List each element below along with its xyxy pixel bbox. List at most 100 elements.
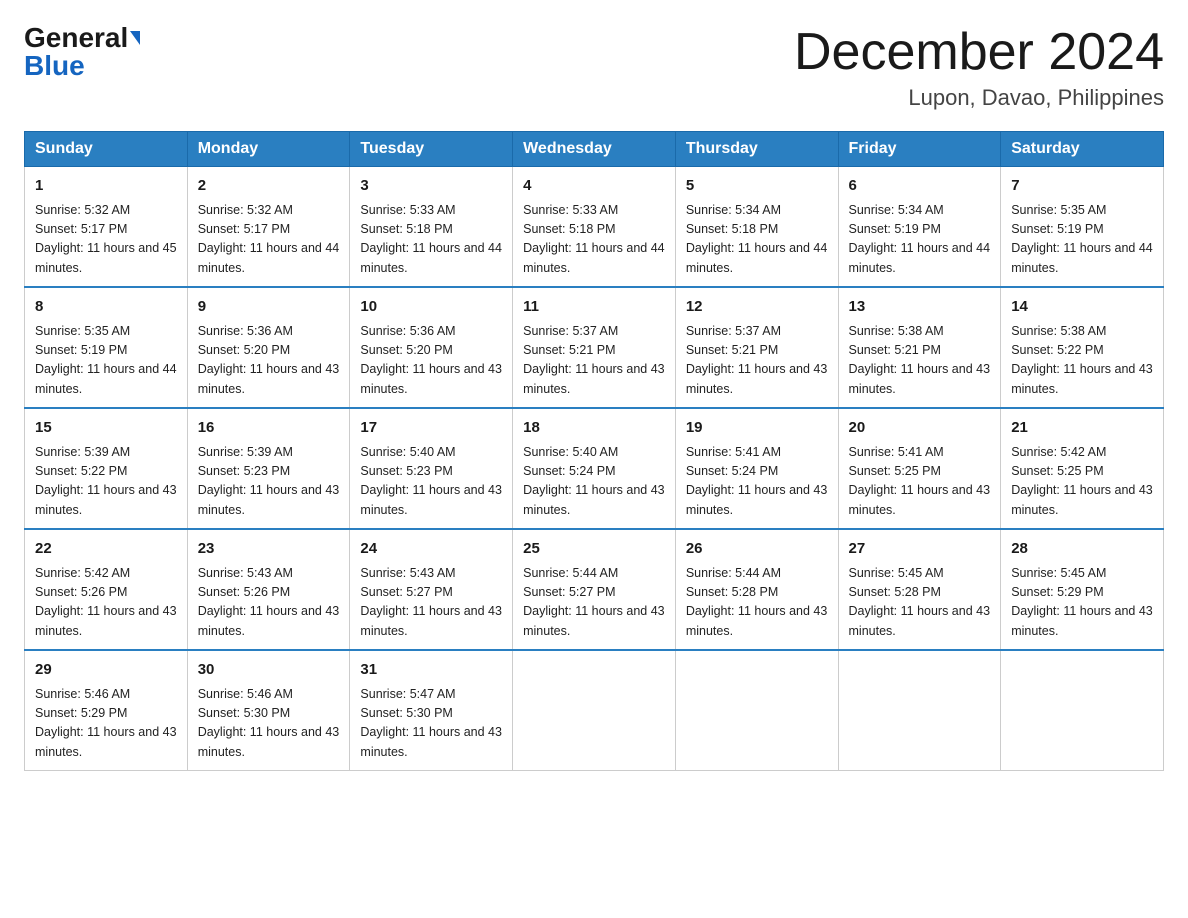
day-info: Sunrise: 5:42 AMSunset: 5:25 PMDaylight:… — [1011, 443, 1153, 521]
day-number: 30 — [198, 659, 340, 682]
calendar-table: SundayMondayTuesdayWednesdayThursdayFrid… — [24, 131, 1164, 771]
calendar-cell: 21 Sunrise: 5:42 AMSunset: 5:25 PMDayligh… — [1001, 408, 1164, 529]
calendar-cell: 20Sunrise: 5:41 AMSunset: 5:25 PMDayligh… — [838, 408, 1001, 529]
calendar-cell: 31 Sunrise: 5:47 AMSunset: 5:30 PMDayligh… — [350, 650, 513, 771]
calendar-cell: 22 Sunrise: 5:42 AMSunset: 5:26 PMDayligh… — [25, 529, 188, 650]
day-number: 23 — [198, 538, 340, 561]
day-info: Sunrise: 5:36 AMSunset: 5:20 PMDaylight:… — [360, 322, 502, 400]
day-info: Sunrise: 5:35 AMSunset: 5:19 PMDaylight:… — [1011, 201, 1153, 279]
calendar-week-row: 8 Sunrise: 5:35 AMSunset: 5:19 PMDaylight… — [25, 287, 1164, 408]
day-number: 24 — [360, 538, 502, 561]
day-number: 16 — [198, 417, 340, 440]
day-info: Sunrise: 5:35 AMSunset: 5:19 PMDaylight:… — [35, 322, 177, 400]
day-number: 10 — [360, 296, 502, 319]
calendar-cell: 14Sunrise: 5:38 AMSunset: 5:22 PMDayligh… — [1001, 287, 1164, 408]
day-of-week-header: Sunday — [25, 132, 188, 167]
day-info: Sunrise: 5:40 AMSunset: 5:24 PMDaylight:… — [523, 443, 665, 521]
day-info: Sunrise: 5:45 AMSunset: 5:29 PMDaylight:… — [1011, 564, 1153, 642]
calendar-cell — [675, 650, 838, 771]
day-info: Sunrise: 5:33 AMSunset: 5:18 PMDaylight:… — [523, 201, 665, 279]
day-of-week-header: Thursday — [675, 132, 838, 167]
day-info: Sunrise: 5:44 AMSunset: 5:28 PMDaylight:… — [686, 564, 828, 642]
day-of-week-header: Tuesday — [350, 132, 513, 167]
day-number: 15 — [35, 417, 177, 440]
day-number: 5 — [686, 175, 828, 198]
day-info: Sunrise: 5:41 AMSunset: 5:24 PMDaylight:… — [686, 443, 828, 521]
day-number: 4 — [523, 175, 665, 198]
logo-general-text: General — [24, 24, 128, 52]
day-of-week-header: Saturday — [1001, 132, 1164, 167]
day-info: Sunrise: 5:37 AMSunset: 5:21 PMDaylight:… — [523, 322, 665, 400]
day-number: 22 — [35, 538, 177, 561]
logo: General Blue — [24, 24, 140, 80]
day-number: 29 — [35, 659, 177, 682]
day-number: 8 — [35, 296, 177, 319]
calendar-cell: 11 Sunrise: 5:37 AMSunset: 5:21 PMDayligh… — [513, 287, 676, 408]
calendar-cell: 3 Sunrise: 5:33 AMSunset: 5:18 PMDaylight… — [350, 167, 513, 288]
day-number: 11 — [523, 296, 665, 319]
calendar-cell: 17 Sunrise: 5:40 AMSunset: 5:23 PMDayligh… — [350, 408, 513, 529]
day-number: 6 — [849, 175, 991, 198]
day-info: Sunrise: 5:42 AMSunset: 5:26 PMDaylight:… — [35, 564, 177, 642]
page-header: General Blue December 2024 Lupon, Davao,… — [24, 24, 1164, 111]
day-number: 2 — [198, 175, 340, 198]
day-info: Sunrise: 5:32 AMSunset: 5:17 PMDaylight:… — [198, 201, 340, 279]
calendar-week-row: 15 Sunrise: 5:39 AMSunset: 5:22 PMDayligh… — [25, 408, 1164, 529]
day-of-week-header: Wednesday — [513, 132, 676, 167]
calendar-cell: 12Sunrise: 5:37 AMSunset: 5:21 PMDayligh… — [675, 287, 838, 408]
calendar-cell: 15 Sunrise: 5:39 AMSunset: 5:22 PMDayligh… — [25, 408, 188, 529]
calendar-cell: 9 Sunrise: 5:36 AMSunset: 5:20 PMDaylight… — [187, 287, 350, 408]
day-info: Sunrise: 5:37 AMSunset: 5:21 PMDaylight:… — [686, 322, 828, 400]
day-number: 1 — [35, 175, 177, 198]
day-number: 27 — [849, 538, 991, 561]
day-number: 21 — [1011, 417, 1153, 440]
day-number: 18 — [523, 417, 665, 440]
day-info: Sunrise: 5:33 AMSunset: 5:18 PMDaylight:… — [360, 201, 502, 279]
calendar-cell: 27 Sunrise: 5:45 AMSunset: 5:28 PMDayligh… — [838, 529, 1001, 650]
calendar-cell: 1 Sunrise: 5:32 AMSunset: 5:17 PMDaylight… — [25, 167, 188, 288]
calendar-cell: 25Sunrise: 5:44 AMSunset: 5:27 PMDayligh… — [513, 529, 676, 650]
calendar-cell: 24 Sunrise: 5:43 AMSunset: 5:27 PMDayligh… — [350, 529, 513, 650]
day-info: Sunrise: 5:38 AMSunset: 5:21 PMDaylight:… — [849, 322, 991, 400]
calendar-cell: 6 Sunrise: 5:34 AMSunset: 5:19 PMDaylight… — [838, 167, 1001, 288]
day-number: 9 — [198, 296, 340, 319]
calendar-cell — [838, 650, 1001, 771]
day-info: Sunrise: 5:45 AMSunset: 5:28 PMDaylight:… — [849, 564, 991, 642]
day-info: Sunrise: 5:32 AMSunset: 5:17 PMDaylight:… — [35, 201, 177, 279]
calendar-cell: 10 Sunrise: 5:36 AMSunset: 5:20 PMDayligh… — [350, 287, 513, 408]
day-info: Sunrise: 5:34 AMSunset: 5:19 PMDaylight:… — [849, 201, 991, 279]
calendar-cell: 28Sunrise: 5:45 AMSunset: 5:29 PMDayligh… — [1001, 529, 1164, 650]
day-info: Sunrise: 5:47 AMSunset: 5:30 PMDaylight:… — [360, 685, 502, 763]
day-number: 13 — [849, 296, 991, 319]
location-title: Lupon, Davao, Philippines — [794, 85, 1164, 111]
day-info: Sunrise: 5:44 AMSunset: 5:27 PMDaylight:… — [523, 564, 665, 642]
calendar-cell: 26 Sunrise: 5:44 AMSunset: 5:28 PMDayligh… — [675, 529, 838, 650]
day-info: Sunrise: 5:34 AMSunset: 5:18 PMDaylight:… — [686, 201, 828, 279]
calendar-cell: 13 Sunrise: 5:38 AMSunset: 5:21 PMDayligh… — [838, 287, 1001, 408]
calendar-cell: 7Sunrise: 5:35 AMSunset: 5:19 PMDaylight… — [1001, 167, 1164, 288]
calendar-week-row: 29 Sunrise: 5:46 AMSunset: 5:29 PMDayligh… — [25, 650, 1164, 771]
day-of-week-header: Friday — [838, 132, 1001, 167]
day-info: Sunrise: 5:40 AMSunset: 5:23 PMDaylight:… — [360, 443, 502, 521]
day-info: Sunrise: 5:36 AMSunset: 5:20 PMDaylight:… — [198, 322, 340, 400]
day-number: 31 — [360, 659, 502, 682]
day-info: Sunrise: 5:43 AMSunset: 5:27 PMDaylight:… — [360, 564, 502, 642]
day-of-week-header: Monday — [187, 132, 350, 167]
logo-triangle-icon — [130, 31, 140, 45]
day-info: Sunrise: 5:39 AMSunset: 5:22 PMDaylight:… — [35, 443, 177, 521]
title-block: December 2024 Lupon, Davao, Philippines — [794, 24, 1164, 111]
calendar-cell: 5 Sunrise: 5:34 AMSunset: 5:18 PMDaylight… — [675, 167, 838, 288]
calendar-cell: 2 Sunrise: 5:32 AMSunset: 5:17 PMDaylight… — [187, 167, 350, 288]
calendar-cell: 4 Sunrise: 5:33 AMSunset: 5:18 PMDaylight… — [513, 167, 676, 288]
calendar-cell — [513, 650, 676, 771]
calendar-cell: 23 Sunrise: 5:43 AMSunset: 5:26 PMDayligh… — [187, 529, 350, 650]
day-number: 26 — [686, 538, 828, 561]
day-info: Sunrise: 5:43 AMSunset: 5:26 PMDaylight:… — [198, 564, 340, 642]
day-number: 19 — [686, 417, 828, 440]
day-info: Sunrise: 5:39 AMSunset: 5:23 PMDaylight:… — [198, 443, 340, 521]
calendar-cell: 16 Sunrise: 5:39 AMSunset: 5:23 PMDayligh… — [187, 408, 350, 529]
day-number: 17 — [360, 417, 502, 440]
day-number: 3 — [360, 175, 502, 198]
calendar-cell: 19 Sunrise: 5:41 AMSunset: 5:24 PMDayligh… — [675, 408, 838, 529]
day-info: Sunrise: 5:46 AMSunset: 5:29 PMDaylight:… — [35, 685, 177, 763]
